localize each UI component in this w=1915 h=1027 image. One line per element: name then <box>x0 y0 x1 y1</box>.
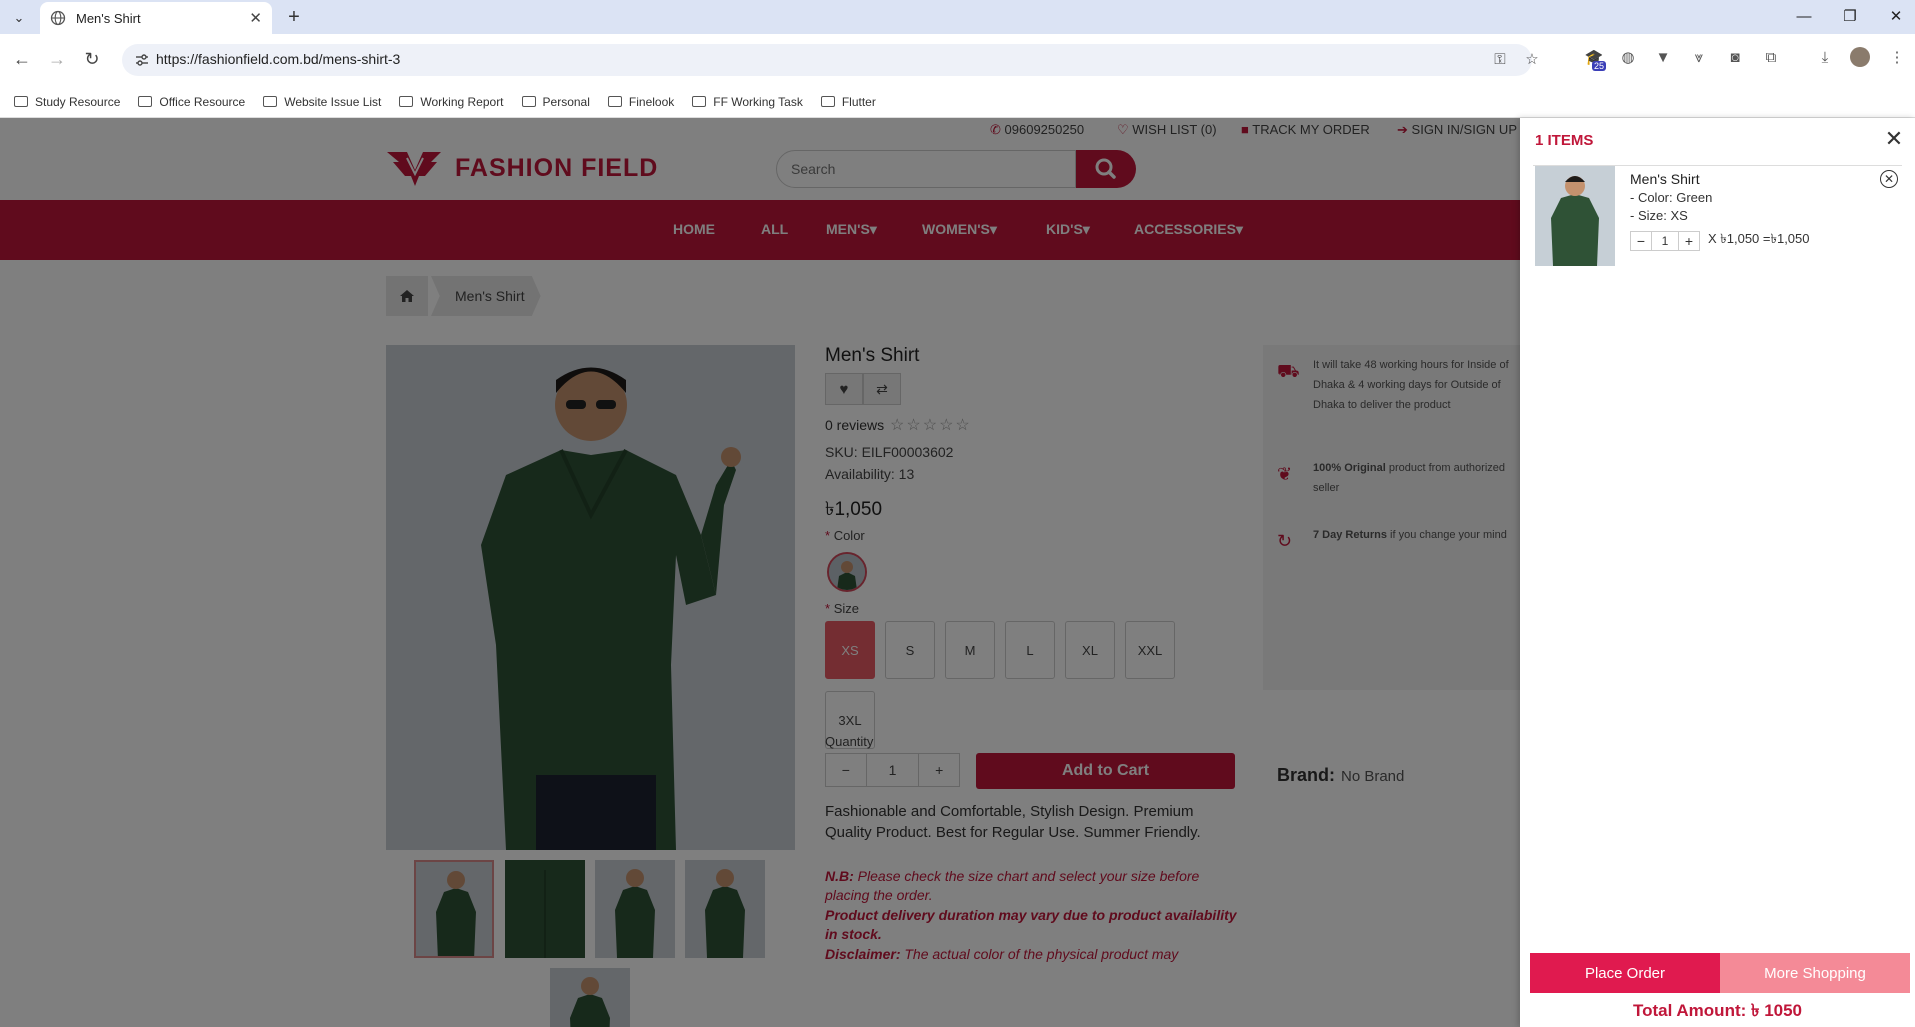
new-tab-icon[interactable]: + <box>282 5 306 29</box>
forward-icon[interactable]: → <box>45 47 69 71</box>
more-shopping-button[interactable]: More Shopping <box>1720 953 1910 993</box>
reload-icon[interactable]: ↻ <box>80 47 104 71</box>
extension-circle-icon[interactable]: ◍ <box>1617 47 1639 69</box>
minimize-icon[interactable]: — <box>1792 6 1816 28</box>
tab-search-chevron-icon[interactable]: ⌄ <box>8 7 30 29</box>
extensions-puzzle-icon[interactable]: ⧉ <box>1760 47 1782 69</box>
cart-item-color: - Color: Green <box>1630 190 1713 205</box>
cart-item-name[interactable]: Men's Shirt <box>1630 171 1700 187</box>
folder-icon <box>692 96 707 107</box>
cart-item-image[interactable] <box>1535 166 1615 266</box>
folder-icon <box>820 96 835 107</box>
close-cart-icon[interactable]: ✕ <box>1883 128 1905 150</box>
cart-qty-input[interactable]: 1 <box>1652 230 1678 251</box>
cart-drawer: 1 ITEMS ✕ Men's Shirt - Color: Green - S… <box>1520 118 1915 1027</box>
bookmark-study-resource[interactable]: Study Resource <box>14 95 120 109</box>
bookmarks-bar: Study Resource Office Resource Website I… <box>0 86 1915 118</box>
cart-line-total: X ৳1,050 =৳1,050 <box>1708 231 1810 246</box>
bookmark-ff-working-task[interactable]: FF Working Task <box>692 95 803 109</box>
url-text: https://fashionfield.com.bd/mens-shirt-3 <box>156 51 401 67</box>
place-order-button[interactable]: Place Order <box>1530 953 1720 993</box>
globe-icon <box>50 10 66 26</box>
address-toolbar: ← → ↻ https://fashionfield.com.bd/mens-s… <box>0 34 1915 86</box>
close-window-icon[interactable]: ✕ <box>1884 6 1908 28</box>
address-bar[interactable]: https://fashionfield.com.bd/mens-shirt-3… <box>122 44 1539 76</box>
folder-icon <box>138 96 153 107</box>
cart-total: Total Amount: ৳ 1050 <box>1632 1001 1803 1020</box>
bookmark-flutter[interactable]: Flutter <box>820 95 876 109</box>
folder-icon <box>14 96 28 107</box>
folder-icon <box>263 96 278 107</box>
extension-vv-icon[interactable]: ⩔ <box>1688 47 1710 69</box>
camera-extension-icon[interactable]: ◙ <box>1724 47 1746 69</box>
tab-mens-shirt[interactable]: Men's Shirt ✕ <box>40 2 272 34</box>
folder-icon <box>399 96 414 107</box>
site-info-icon[interactable] <box>134 52 150 68</box>
menu-kebab-icon[interactable]: ⋮ <box>1886 47 1908 69</box>
cart-item-size: - Size: XS <box>1630 208 1688 223</box>
folder-icon <box>607 96 622 107</box>
cart-qty-stepper: − 1 + X ৳1,050 =৳1,050 <box>1630 230 1810 251</box>
cart-qty-decrease-button[interactable]: − <box>1630 230 1652 251</box>
bookmark-finelook[interactable]: Finelook <box>607 95 674 109</box>
extension-badge: 25 <box>1592 61 1607 71</box>
back-icon[interactable]: ← <box>10 47 34 71</box>
restore-icon[interactable]: ❐ <box>1838 6 1862 28</box>
bookmark-website-issue-list[interactable]: Website Issue List <box>263 95 381 109</box>
cart-qty-increase-button[interactable]: + <box>1678 230 1700 251</box>
bookmark-star-icon[interactable]: ☆ <box>1522 50 1542 70</box>
password-key-icon[interactable]: ⚿ <box>1490 50 1510 70</box>
close-tab-icon[interactable]: ✕ <box>249 9 262 27</box>
browser-window: ⌄ Men's Shirt ✕ + — ❐ ✕ ← → ↻ https://fa… <box>0 0 1915 1027</box>
remove-item-icon[interactable]: ✕ <box>1880 170 1898 188</box>
extension-v-icon[interactable]: ▼ <box>1652 47 1674 69</box>
bookmark-personal[interactable]: Personal <box>521 95 590 109</box>
bookmark-office-resource[interactable]: Office Resource <box>138 95 245 109</box>
cart-title: 1 ITEMS <box>1535 132 1594 149</box>
profile-avatar[interactable] <box>1850 47 1870 67</box>
folder-icon <box>521 96 536 107</box>
bookmark-working-report[interactable]: Working Report <box>399 95 504 109</box>
download-icon[interactable]: ⤓ <box>1814 47 1836 69</box>
tab-bar: ⌄ Men's Shirt ✕ + — ❐ ✕ <box>0 0 1915 34</box>
tab-title: Men's Shirt <box>76 10 141 26</box>
page-dim-overlay[interactable] <box>0 118 1520 1027</box>
cart-item-photo <box>1535 166 1615 266</box>
